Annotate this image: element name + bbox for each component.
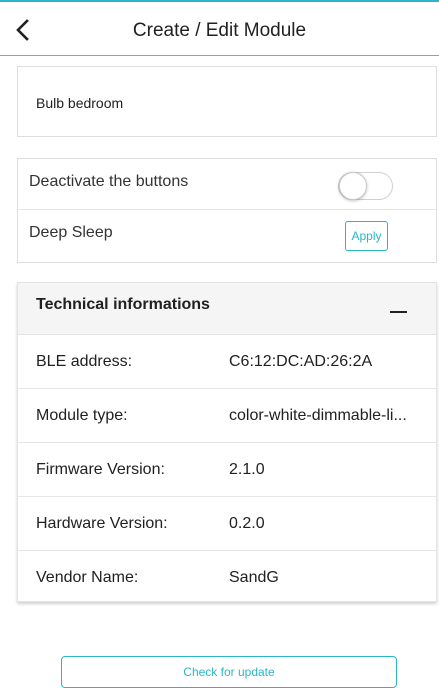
deep-sleep-label: Deep Sleep [29,224,113,241]
module-name-card[interactable]: Bulb bedroom [17,66,437,137]
deactivate-buttons-toggle[interactable] [338,172,393,200]
info-label: Hardware Version: [36,515,168,532]
info-value: C6:12:DC:AD:26:2A [229,353,373,370]
technical-info-card: Technical informations BLE address: C6:1… [17,282,437,602]
technical-info-title: Technical informations [36,296,210,313]
options-card: Deactivate the buttons Deep Sleep Apply [17,158,437,263]
check-for-update-button[interactable]: Check for update [61,656,397,688]
info-label: Module type: [36,407,128,424]
info-row-vendor-name: Vendor Name: SandG [18,551,436,605]
info-value: 2.1.0 [229,461,265,478]
module-name: Bulb bedroom [36,95,124,111]
info-value: color-white-dimmable-li... [229,407,407,424]
deep-sleep-row: Deep Sleep Apply [18,210,436,261]
info-label: Vendor Name: [36,569,139,586]
deactivate-buttons-row: Deactivate the buttons [18,159,436,210]
info-row-firmware-version: Firmware Version: 2.1.0 [18,443,436,497]
deactivate-buttons-label: Deactivate the buttons [29,173,189,190]
info-row-ble-address: BLE address: C6:12:DC:AD:26:2A [18,335,436,389]
info-row-module-type: Module type: color-white-dimmable-li... [18,389,436,443]
minus-icon [390,311,407,313]
info-value: 0.2.0 [229,515,265,532]
info-label: Firmware Version: [36,461,165,478]
top-app-bar: Create / Edit Module [0,0,439,56]
info-label: BLE address: [36,353,133,370]
apply-button[interactable]: Apply [345,221,388,251]
page-title: Create / Edit Module [132,20,307,41]
info-value: SandG [229,569,279,586]
info-row-hardware-version: Hardware Version: 0.2.0 [18,497,436,551]
technical-info-header[interactable]: Technical informations [18,283,436,335]
toggle-knob [339,172,367,200]
